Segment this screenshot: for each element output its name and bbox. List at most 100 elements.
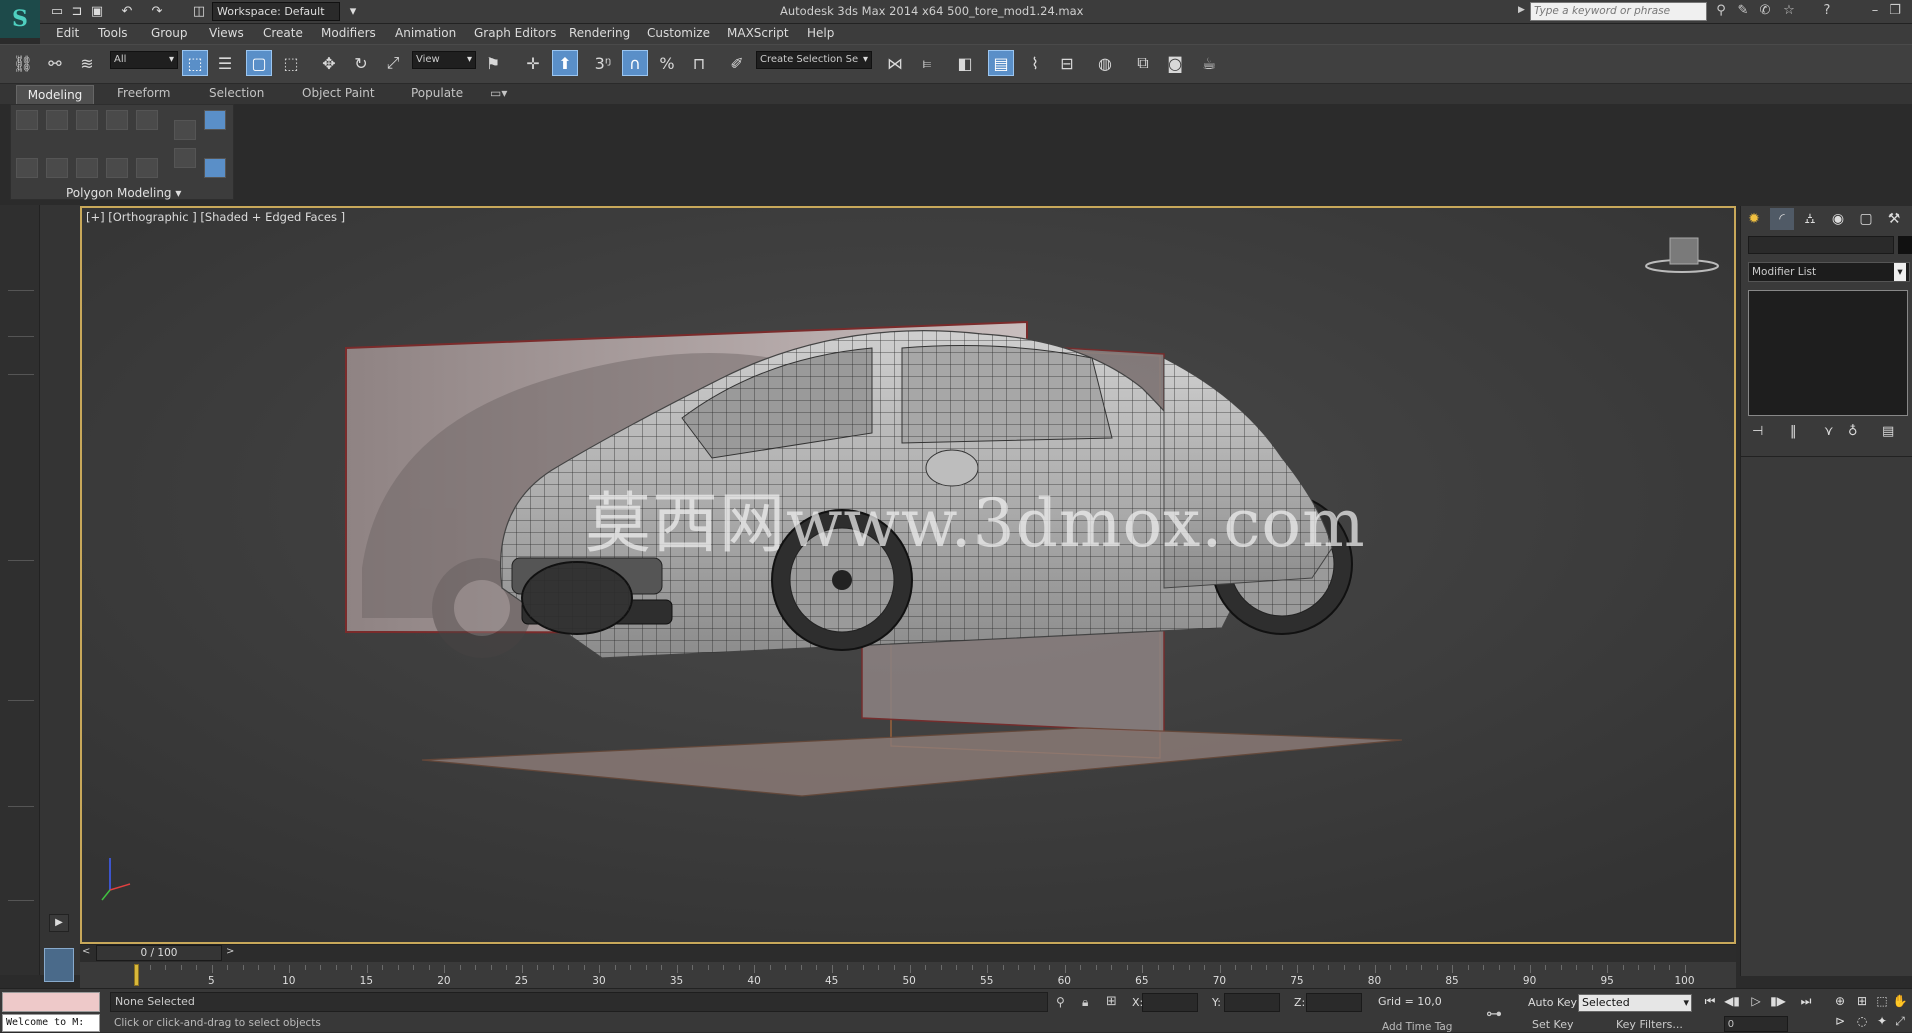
graphite-toggle-icon[interactable]: ▤ xyxy=(988,50,1014,76)
select-object-icon[interactable]: ⬚ xyxy=(182,50,208,76)
add-time-tag[interactable]: Add Time Tag xyxy=(1382,1021,1452,1033)
ribbon-options-icon[interactable]: ▭▾ xyxy=(490,86,507,100)
binoculars-icon[interactable]: ⚲ xyxy=(1712,3,1730,18)
utilities-tab-icon[interactable]: ⚒ xyxy=(1882,208,1906,230)
pivot-center-icon[interactable]: ⚑ xyxy=(480,50,506,76)
pan-view-icon[interactable]: ✋ xyxy=(1890,994,1910,1012)
menu-group[interactable]: Group xyxy=(151,26,188,40)
perspective-viewport[interactable] xyxy=(80,206,1736,944)
key-filters-button[interactable]: Key Filters... xyxy=(1616,1018,1683,1031)
menu-customize[interactable]: Customize xyxy=(647,26,710,40)
display-tab-icon[interactable]: ▢ xyxy=(1854,208,1878,230)
ribbon-to-poly-icon[interactable] xyxy=(76,158,98,178)
set-key-button[interactable]: Set Key xyxy=(1532,1018,1574,1031)
selection-lock-icon[interactable]: 🔒︎ xyxy=(1082,995,1088,1010)
ribbon-modify-mode-icon[interactable] xyxy=(174,120,196,140)
menu-create[interactable]: Create xyxy=(263,26,303,40)
key-mode-dropdown[interactable]: Selected xyxy=(1578,994,1692,1012)
subscription-icon[interactable]: ✎ xyxy=(1734,3,1752,18)
current-frame-field[interactable] xyxy=(1724,1016,1788,1032)
ribbon-edge-icon[interactable] xyxy=(46,110,68,130)
zoom-all-icon[interactable]: ⊞ xyxy=(1852,994,1872,1012)
z-coordinate-field[interactable] xyxy=(1306,993,1362,1012)
maxscript-listener-input[interactable] xyxy=(2,992,100,1012)
ribbon-polygon-icon[interactable] xyxy=(106,110,128,130)
set-key-mode-icon[interactable]: ⊶ xyxy=(1486,1004,1502,1023)
go-to-end-icon[interactable]: ⏭ xyxy=(1796,994,1816,1012)
next-frame-icon[interactable]: ▮▶ xyxy=(1768,994,1788,1012)
ribbon-element-icon[interactable] xyxy=(136,110,158,130)
maximize-viewport-icon[interactable]: ⬚ xyxy=(1872,994,1892,1012)
make-unique-icon[interactable]: ⋎ xyxy=(1824,424,1834,439)
named-selection-sets-dropdown[interactable]: Create Selection Se xyxy=(756,51,872,69)
move-icon[interactable]: ✥ xyxy=(316,50,342,76)
select-by-name-icon[interactable]: ☰ xyxy=(212,50,238,76)
hierarchy-tab-icon[interactable]: ⛼ xyxy=(1798,208,1822,230)
unlink-icon[interactable]: ⚯ xyxy=(42,50,68,76)
absolute-mode-icon[interactable]: ⊞ xyxy=(1106,994,1117,1009)
modifier-list-dropdown[interactable]: Modifier List xyxy=(1748,262,1910,282)
walkthrough-icon[interactable]: ✦ xyxy=(1872,1014,1892,1032)
render-production-icon[interactable]: ☕ xyxy=(1196,50,1222,76)
time-slider-track[interactable] xyxy=(80,944,1736,962)
link-icon[interactable]: ⛓ xyxy=(10,50,36,76)
object-color-swatch[interactable] xyxy=(1898,236,1912,254)
ribbon-apply-editpoly-icon[interactable] xyxy=(106,158,128,178)
infocenter-search-input[interactable]: Type a keyword or phrase xyxy=(1530,2,1707,21)
menu-tools[interactable]: Tools xyxy=(98,26,128,40)
menu-rendering[interactable]: Rendering xyxy=(569,26,630,40)
polygon-modeling-label[interactable]: Polygon Modeling ▾ xyxy=(66,186,181,200)
auto-key-button[interactable]: Auto Key xyxy=(1528,996,1577,1009)
wheel-front-left[interactable] xyxy=(521,561,633,635)
zoom-extents-icon[interactable]: ⊕ xyxy=(1830,994,1850,1012)
menu-help[interactable]: Help xyxy=(807,26,834,40)
tab-selection[interactable]: Selection xyxy=(209,86,264,100)
ribbon-editable-poly-icon[interactable] xyxy=(204,158,226,178)
viewport-layout-expand-icon[interactable]: ▶ xyxy=(49,914,69,932)
edit-named-selections-icon[interactable]: ✐ xyxy=(724,50,750,76)
ribbon-preserve-uv-icon[interactable] xyxy=(16,158,38,178)
modify-tab-icon[interactable]: ◜ xyxy=(1770,208,1794,230)
save-file-icon[interactable]: ▣ xyxy=(88,3,106,21)
material-editor-icon[interactable]: ◍ xyxy=(1092,50,1118,76)
snaps-toggle-icon[interactable]: 3ᵑ xyxy=(590,50,616,76)
project-folder-icon[interactable]: ◫ xyxy=(190,3,208,21)
window-crossing-icon[interactable]: ⬚ xyxy=(278,50,304,76)
search-expand-icon[interactable]: ▶ xyxy=(1518,5,1525,15)
time-slider-thumb[interactable]: 0 / 100 xyxy=(96,945,222,961)
scale-icon[interactable]: ⤢ xyxy=(380,50,406,76)
menu-modifiers[interactable]: Modifiers xyxy=(321,26,376,40)
maxscript-output[interactable]: Welcome to M: xyxy=(2,1014,100,1032)
viewport-label-menu[interactable]: [+] [Orthographic ] [Shaded + Edged Face… xyxy=(86,210,345,224)
application-menu-button[interactable]: S xyxy=(0,0,40,38)
ribbon-show-end-icon[interactable] xyxy=(174,148,196,168)
selection-filter-dropdown[interactable]: All xyxy=(110,51,178,69)
workspace-dropdown[interactable]: Workspace: Default xyxy=(212,2,340,21)
ribbon-use-displace-icon[interactable] xyxy=(204,110,226,130)
quick-access-chevron-icon[interactable]: ▾ xyxy=(344,3,362,21)
minimize-icon[interactable]: – xyxy=(1866,3,1884,18)
current-frame-marker[interactable] xyxy=(134,964,139,986)
ribbon-border-icon[interactable] xyxy=(76,110,98,130)
menu-views[interactable]: Views xyxy=(209,26,244,40)
menu-animation[interactable]: Animation xyxy=(395,26,456,40)
orbit-icon[interactable]: ◌ xyxy=(1852,1014,1872,1032)
new-file-icon[interactable]: ▭ xyxy=(48,3,66,21)
rotate-icon[interactable]: ↻ xyxy=(348,50,374,76)
menu-maxscript[interactable]: MAXScript xyxy=(727,26,789,40)
menu-graph-editors[interactable]: Graph Editors xyxy=(474,26,556,40)
ribbon-collapse-stack-icon[interactable] xyxy=(46,158,68,178)
schematic-view-icon[interactable]: ⊟ xyxy=(1054,50,1080,76)
tab-modeling[interactable]: Modeling xyxy=(16,85,94,105)
object-name-field[interactable] xyxy=(1748,236,1894,254)
time-slider-next-icon[interactable]: > xyxy=(226,946,234,957)
tab-object-paint[interactable]: Object Paint xyxy=(302,86,375,100)
layer-manager-icon[interactable]: ◧ xyxy=(952,50,978,76)
favorites-star-icon[interactable]: ☆ xyxy=(1780,3,1798,18)
ribbon-toggle-end-result-icon[interactable] xyxy=(136,158,158,178)
select-manipulate-icon[interactable]: ✛ xyxy=(520,50,546,76)
isolate-selection-icon[interactable]: ⚲ xyxy=(1056,995,1065,1009)
percent-snap-icon[interactable]: % xyxy=(654,50,680,76)
restore-icon[interactable]: ❐ xyxy=(1886,3,1904,18)
curve-editor-icon[interactable]: ⌇ xyxy=(1022,50,1048,76)
